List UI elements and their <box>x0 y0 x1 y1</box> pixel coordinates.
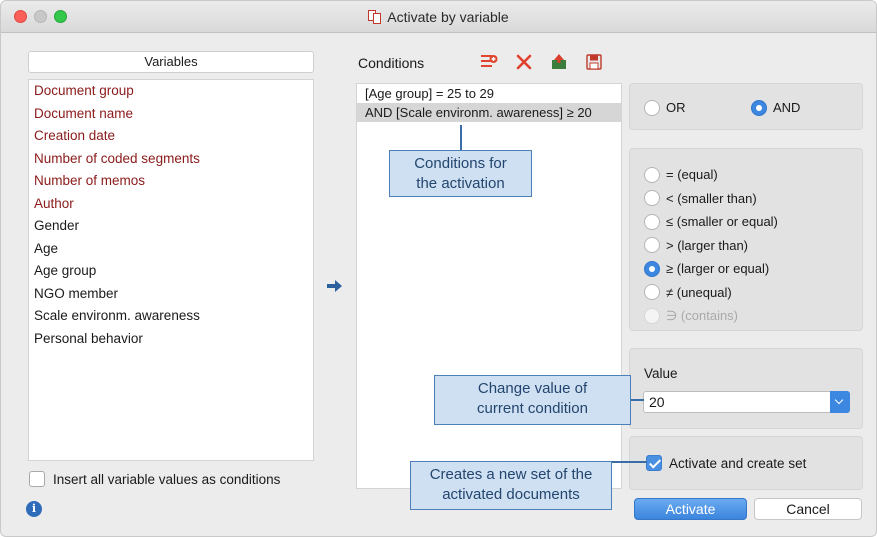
callout-conditions-line1: Conditions for <box>414 155 507 172</box>
operator-label: < (smaller than) <box>666 190 757 206</box>
variable-item[interactable]: Scale environm. awareness <box>29 305 313 328</box>
conditions-label: Conditions <box>358 55 425 71</box>
operator-option[interactable]: = (equal) <box>644 163 778 187</box>
variable-item[interactable]: Personal behavior <box>29 328 313 351</box>
activate-by-variable-dialog: Activate by variable Variables Document … <box>0 0 877 537</box>
or-option[interactable]: OR <box>644 96 686 120</box>
create-set-option[interactable]: Activate and create set <box>646 455 806 471</box>
condition-row[interactable]: [Age group] = 25 to 29 <box>357 84 621 103</box>
callout-set-line1: Creates a new set of the <box>429 466 593 483</box>
create-set-panel: Activate and create set <box>629 436 863 490</box>
and-option[interactable]: AND <box>751 96 800 120</box>
condition-row[interactable]: AND [Scale environm. awareness] ≥ 20 <box>357 103 621 122</box>
operator-option[interactable]: ≤ (smaller or equal) <box>644 210 778 234</box>
value-combobox[interactable]: 20 <box>643 391 850 413</box>
variable-item[interactable]: Age <box>29 238 313 261</box>
create-set-label: Activate and create set <box>669 455 807 471</box>
variables-list[interactable]: Document group Document name Creation date… <box>28 79 314 461</box>
insert-all-values-label: Insert all variable values as conditions <box>53 471 281 487</box>
operator-radio[interactable] <box>644 284 660 301</box>
window-title: Activate by variable <box>387 9 509 25</box>
operator-option[interactable]: < (smaller than) <box>644 187 778 211</box>
callout-set: Creates a new set of the activated docum… <box>410 461 612 510</box>
callout-value-line2: current condition <box>477 400 588 417</box>
variables-header[interactable]: Variables <box>28 51 314 73</box>
operator-radio[interactable] <box>644 213 660 230</box>
save-icon[interactable] <box>585 53 603 71</box>
insert-all-values-option[interactable]: Insert all variable values as conditions <box>29 469 280 489</box>
operator-radio[interactable] <box>644 190 660 207</box>
operator-radio <box>644 307 660 324</box>
variable-item[interactable]: Document name <box>29 103 313 126</box>
and-label: AND <box>773 100 801 116</box>
callout-set-line2: activated documents <box>442 486 580 503</box>
operator-label: = (equal) <box>666 167 718 183</box>
variable-item[interactable]: Gender <box>29 215 313 238</box>
variable-item[interactable]: Number of memos <box>29 170 313 193</box>
callout-leader-value <box>630 399 644 401</box>
value-label: Value <box>644 366 678 381</box>
operator-option[interactable]: ≥ (larger or equal) <box>644 257 778 281</box>
operator-option: ∋ (contains) <box>644 304 778 328</box>
delete-icon[interactable] <box>515 53 533 71</box>
operator-label: ≤ (smaller or equal) <box>666 214 778 230</box>
open-icon[interactable] <box>550 53 568 71</box>
and-radio[interactable] <box>751 99 767 116</box>
logic-operator-panel: OR AND <box>629 83 863 130</box>
operator-option[interactable]: ≠ (unequal) <box>644 281 778 305</box>
variable-item[interactable]: Author <box>29 193 313 216</box>
activate-button[interactable]: Activate <box>634 498 747 520</box>
info-icon[interactable]: i <box>26 501 42 517</box>
callout-value-line1: Change value of <box>477 380 588 397</box>
comparison-operator-panel: = (equal) < (smaller than) ≤ (smaller or e… <box>629 148 863 331</box>
conditions-list[interactable]: [Age group] = 25 to 29 AND [Scale environ… <box>356 83 622 489</box>
callout-value: Change value of current condition <box>434 375 631 425</box>
new-condition-icon[interactable] <box>480 53 498 71</box>
variable-item[interactable]: Document group <box>29 80 313 103</box>
operator-option[interactable]: > (larger than) <box>644 234 778 258</box>
callout-conditions-line2: the activation <box>416 175 505 192</box>
create-set-checkbox[interactable] <box>646 455 662 471</box>
or-radio[interactable] <box>644 99 660 116</box>
operator-label: > (larger than) <box>666 237 749 253</box>
window-title-area: Activate by variable <box>1 9 876 25</box>
title-bar: Activate by variable <box>1 1 876 33</box>
chevron-down-icon[interactable] <box>830 391 850 413</box>
cancel-button[interactable]: Cancel <box>754 498 862 520</box>
insert-all-values-checkbox[interactable] <box>29 471 45 487</box>
operator-radio[interactable] <box>644 166 660 183</box>
variable-item[interactable]: Age group <box>29 260 313 283</box>
variable-item[interactable]: NGO member <box>29 283 313 306</box>
variable-item[interactable]: Creation date <box>29 125 313 148</box>
operator-label: ∋ (contains) <box>666 307 739 323</box>
operator-label: ≠ (unequal) <box>666 284 732 300</box>
callout-leader-set <box>611 461 647 463</box>
operator-options: = (equal) < (smaller than) ≤ (smaller or e… <box>644 163 778 328</box>
or-label: OR <box>666 100 686 116</box>
callout-conditions: Conditions for the activation <box>389 150 532 197</box>
value-current: 20 <box>649 394 665 410</box>
operator-radio[interactable] <box>644 237 660 254</box>
value-panel: Value 20 <box>629 348 863 429</box>
arrow-right-icon <box>327 280 342 292</box>
activate-documents-icon <box>368 10 382 24</box>
operator-label: ≥ (larger or equal) <box>666 261 770 277</box>
callout-leader-conditions <box>460 125 462 151</box>
variable-item[interactable]: Number of coded segments <box>29 148 313 171</box>
operator-radio[interactable] <box>644 260 660 277</box>
